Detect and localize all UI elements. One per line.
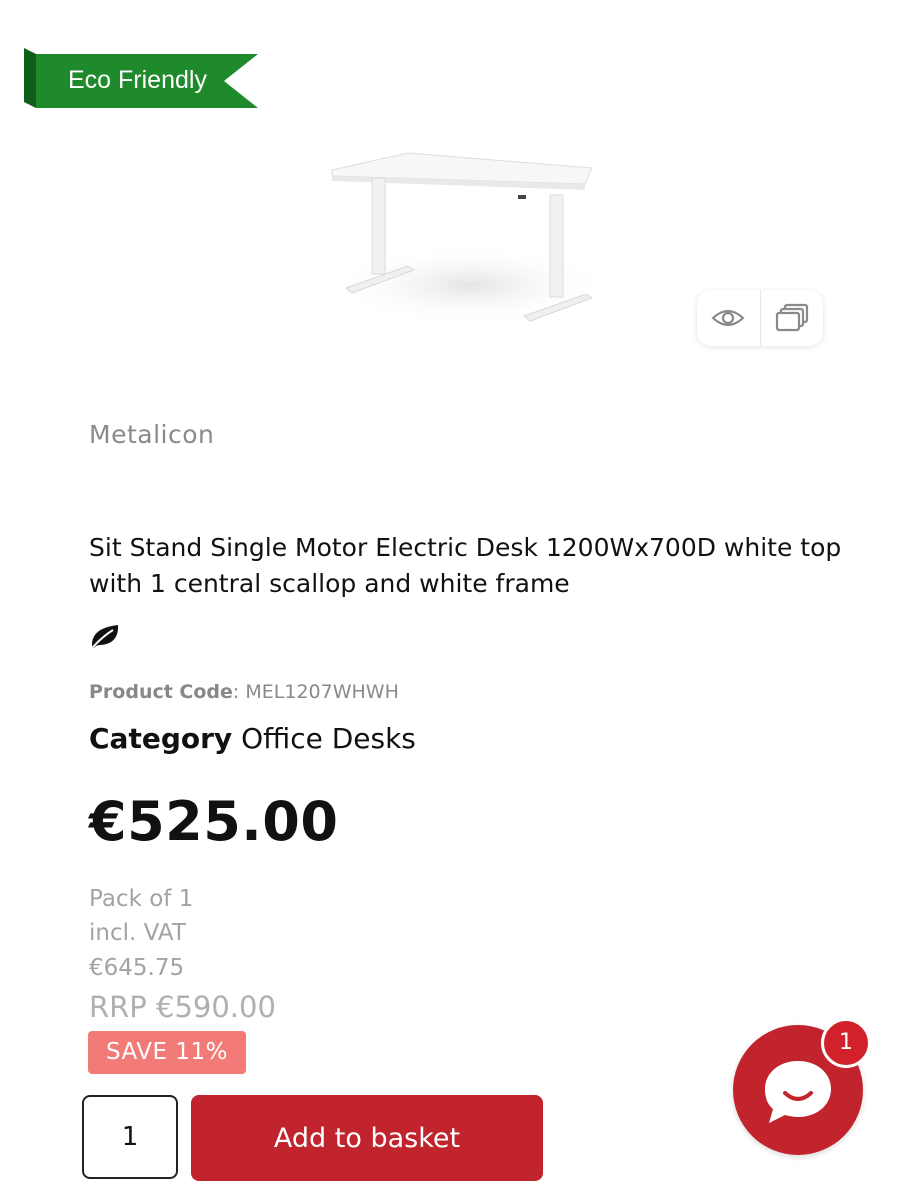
product-brand[interactable]: Metalicon <box>89 420 214 449</box>
compare-button[interactable] <box>759 290 824 346</box>
product-code-label: Product Code <box>89 681 233 703</box>
product-category: Category Office Desks <box>89 722 416 755</box>
eco-friendly-label: Eco Friendly <box>68 66 207 94</box>
price-incl-vat: €645.75 <box>89 955 185 981</box>
product-title: Sit Stand Single Motor Electric Desk 120… <box>89 533 842 598</box>
add-to-basket-button[interactable]: Add to basket <box>191 1095 543 1181</box>
vat-note: incl. VAT <box>89 920 186 946</box>
product-price: €525.00 <box>89 790 339 853</box>
rrp-price: RRP €590.00 <box>89 990 276 1024</box>
image-quick-actions <box>697 290 823 346</box>
desk-illustration <box>330 152 610 325</box>
eye-icon <box>711 309 745 327</box>
quick-view-button[interactable] <box>697 290 760 346</box>
product-code: Product Code: MEL1207WHWH <box>89 681 399 703</box>
product-code-value: MEL1207WHWH <box>245 681 399 703</box>
eco-friendly-badge: Eco Friendly <box>24 48 258 108</box>
product-image[interactable] <box>320 140 610 340</box>
category-value[interactable]: Office Desks <box>241 722 416 755</box>
chat-unread-badge: 1 <box>821 1018 871 1068</box>
pack-size: Pack of 1 <box>89 886 194 912</box>
compare-icon <box>775 303 808 332</box>
save-badge: SAVE 11% <box>88 1031 246 1074</box>
category-label: Category <box>89 722 233 755</box>
quantity-input[interactable] <box>82 1095 178 1179</box>
leaf-icon <box>89 622 121 650</box>
